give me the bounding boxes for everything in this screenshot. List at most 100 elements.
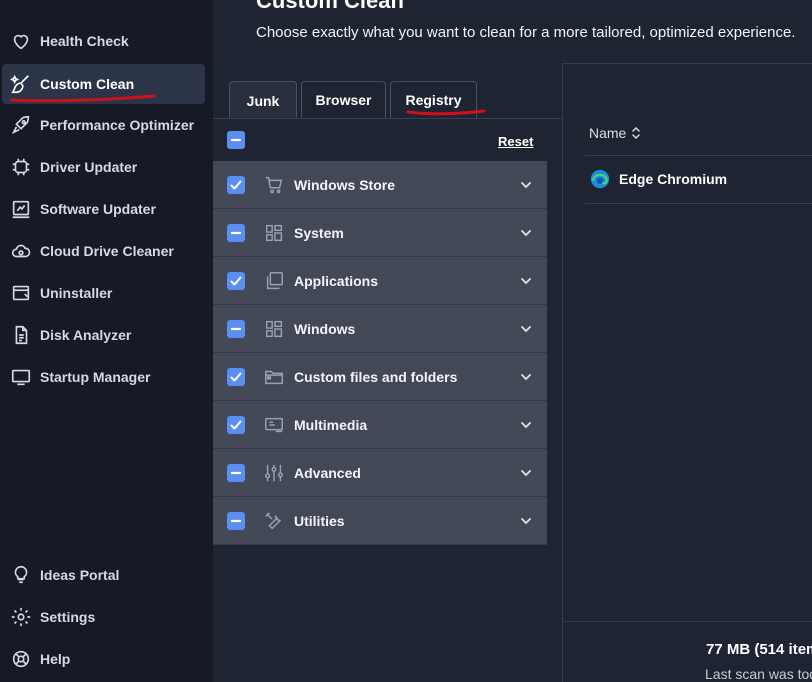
minus-icon <box>230 327 242 331</box>
broom-icon <box>2 73 40 95</box>
folder-icon <box>263 366 285 388</box>
table-row-divider <box>585 203 812 204</box>
reset-link[interactable]: Reset <box>498 134 533 149</box>
tools-icon <box>263 510 285 532</box>
table-header-divider <box>585 155 812 156</box>
table-row[interactable]: Edge Chromium <box>589 168 727 190</box>
category-list: Windows Store System Applications Window… <box>213 161 547 545</box>
multimedia-icon <box>263 414 285 436</box>
chevron-down-icon[interactable] <box>519 514 533 528</box>
sidebar-item-label: Settings <box>40 609 96 625</box>
tab-browser[interactable]: Browser <box>301 81 386 118</box>
browser-name: Edge Chromium <box>619 171 728 187</box>
page-title: Custom Clean <box>256 0 404 13</box>
category-label: Windows <box>294 321 356 337</box>
help-icon <box>2 648 40 670</box>
sidebar-item-label: Disk Analyzer <box>40 327 132 343</box>
uninstall-icon <box>2 282 40 304</box>
sidebar-item-label: Custom Clean <box>40 76 135 92</box>
category-row-windows-store[interactable]: Windows Store <box>213 161 547 209</box>
scan-summary: 77 MB (514 items) <box>706 641 812 658</box>
sidebar-item-label: Software Updater <box>40 201 156 217</box>
panel-divider <box>562 63 563 682</box>
check-icon <box>230 372 242 382</box>
panel-top-border <box>562 63 812 64</box>
sidebar-item-help[interactable]: Help <box>2 639 205 679</box>
page-subtitle: Choose exactly what you want to clean fo… <box>256 24 796 41</box>
category-row-system[interactable]: System <box>213 209 547 257</box>
sidebar-item-uninstaller[interactable]: Uninstaller <box>2 273 205 313</box>
category-row-multimedia[interactable]: Multimedia <box>213 401 547 449</box>
sidebar-item-cloud-drive-cleaner[interactable]: Cloud Drive Cleaner <box>2 231 205 271</box>
chevron-down-icon[interactable] <box>519 322 533 336</box>
sidebar-item-performance-optimizer[interactable]: Performance Optimizer <box>2 105 205 145</box>
category-row-advanced[interactable]: Advanced <box>213 449 547 497</box>
tabs-divider <box>213 118 563 119</box>
category-label: Advanced <box>294 465 361 481</box>
category-checkbox[interactable] <box>227 512 245 530</box>
sidebar-item-label: Startup Manager <box>40 369 151 385</box>
sidebar-item-startup-manager[interactable]: Startup Manager <box>2 357 205 397</box>
sidebar-item-settings[interactable]: Settings <box>2 597 205 637</box>
category-row-applications[interactable]: Applications <box>213 257 547 305</box>
tab-registry[interactable]: Registry <box>390 81 477 118</box>
monitor-icon <box>2 366 40 388</box>
chevron-down-icon[interactable] <box>519 274 533 288</box>
minus-icon <box>230 138 242 142</box>
sidebar-item-label: Cloud Drive Cleaner <box>40 243 174 259</box>
chevron-down-icon[interactable] <box>519 178 533 192</box>
category-checkbox[interactable] <box>227 272 245 290</box>
sidebar-item-custom-clean[interactable]: Custom Clean <box>2 64 205 104</box>
check-icon <box>230 276 242 286</box>
category-row-utilities[interactable]: Utilities <box>213 497 547 545</box>
software-update-icon <box>2 198 40 220</box>
sidebar: Health Check Custom Clean Performance Op… <box>0 0 213 682</box>
gear-icon <box>2 606 40 628</box>
category-label: Applications <box>294 273 379 289</box>
sidebar-item-ideas-portal[interactable]: Ideas Portal <box>2 555 205 595</box>
chip-icon <box>2 156 40 178</box>
windows-grid-icon <box>263 318 285 340</box>
cloud-icon <box>2 240 40 262</box>
category-label: Multimedia <box>294 417 368 433</box>
check-icon <box>230 180 242 190</box>
minus-icon <box>230 471 242 475</box>
sidebar-item-driver-updater[interactable]: Driver Updater <box>2 147 205 187</box>
select-all-checkbox[interactable] <box>227 131 245 149</box>
category-checkbox[interactable] <box>227 368 245 386</box>
system-grid-icon <box>263 222 285 244</box>
tab-junk[interactable]: Junk <box>229 81 297 119</box>
sidebar-item-software-updater[interactable]: Software Updater <box>2 189 205 229</box>
sidebar-item-label: Ideas Portal <box>40 567 120 583</box>
lightbulb-icon <box>2 564 40 586</box>
category-checkbox[interactable] <box>227 176 245 194</box>
minus-icon <box>230 231 242 235</box>
category-label: Windows Store <box>294 177 395 193</box>
category-row-custom-files[interactable]: Custom files and folders <box>213 353 547 401</box>
sidebar-item-label: Performance Optimizer <box>40 117 195 133</box>
category-checkbox[interactable] <box>227 464 245 482</box>
chevron-down-icon[interactable] <box>519 418 533 432</box>
sidebar-item-label: Uninstaller <box>40 285 113 301</box>
chevron-down-icon[interactable] <box>519 370 533 384</box>
sidebar-item-label: Health Check <box>40 33 129 49</box>
category-label: Utilities <box>294 513 345 529</box>
sidebar-item-health-check[interactable]: Health Check <box>2 21 205 61</box>
category-label: System <box>294 225 344 241</box>
chevron-down-icon[interactable] <box>519 466 533 480</box>
sidebar-item-disk-analyzer[interactable]: Disk Analyzer <box>2 315 205 355</box>
category-checkbox[interactable] <box>227 224 245 242</box>
category-row-windows[interactable]: Windows <box>213 305 547 353</box>
sidebar-item-label: Driver Updater <box>40 159 138 175</box>
sidebar-item-label: Help <box>40 651 71 667</box>
chevron-down-icon[interactable] <box>519 226 533 240</box>
check-icon <box>230 420 242 430</box>
minus-icon <box>230 519 242 523</box>
document-icon <box>2 324 40 346</box>
category-checkbox[interactable] <box>227 320 245 338</box>
footer-divider <box>563 621 812 622</box>
name-column-header[interactable]: Name <box>589 125 641 141</box>
heart-icon <box>2 30 40 52</box>
last-scan-info: Last scan was today <box>705 666 812 682</box>
category-checkbox[interactable] <box>227 416 245 434</box>
